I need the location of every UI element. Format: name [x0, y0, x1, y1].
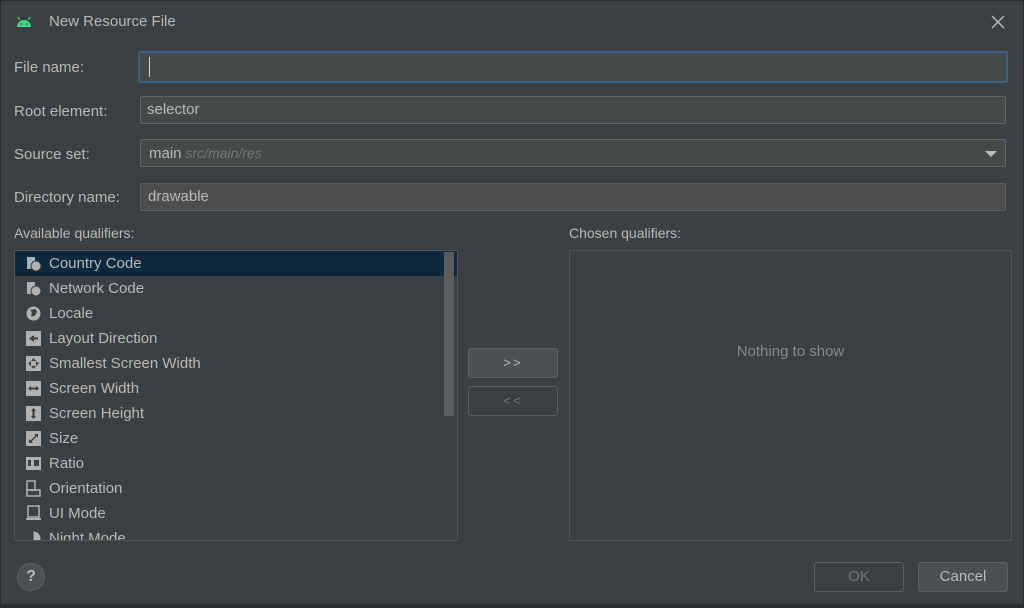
list-item-label: Size: [49, 430, 79, 447]
root-element-value: selector: [147, 101, 200, 118]
list-item-label: Layout Direction: [49, 330, 158, 347]
chosen-qualifiers-list[interactable]: Nothing to show: [569, 250, 1012, 541]
orientation-icon: [26, 480, 41, 497]
chosen-qualifiers-label: Chosen qualifiers:: [569, 225, 682, 241]
list-item[interactable]: Screen Height: [15, 401, 457, 426]
android-icon: [17, 16, 31, 27]
cancel-button[interactable]: Cancel: [918, 562, 1008, 592]
directory-name-value: drawable: [148, 188, 209, 205]
size-icon: [26, 431, 41, 446]
source-set-dropdown[interactable]: main src/main/res: [140, 139, 1006, 167]
smallest-width-icon: [26, 356, 41, 371]
list-item[interactable]: UI Mode: [15, 501, 457, 526]
directory-name-input[interactable]: drawable: [140, 183, 1006, 211]
empty-state-text: Nothing to show: [736, 343, 845, 360]
list-item-label: Screen Width: [49, 380, 140, 397]
ui-mode-icon: [26, 505, 41, 520]
source-set-value: main: [149, 145, 182, 162]
network-code-icon: [27, 282, 42, 297]
list-item[interactable]: Layout Direction: [15, 326, 457, 351]
source-set-path-hint: src/main/res: [185, 145, 262, 161]
list-item-label: Orientation: [49, 480, 123, 497]
help-button[interactable]: ?: [17, 563, 45, 591]
ok-button[interactable]: OK: [814, 562, 904, 592]
list-item[interactable]: Night Mode: [15, 526, 457, 541]
available-qualifiers-label: Available qualifiers:: [14, 225, 135, 241]
list-item-label: Smallest Screen Width: [49, 355, 201, 372]
remove-qualifier-button[interactable]: <<: [468, 386, 558, 416]
close-icon[interactable]: [987, 11, 1009, 33]
list-item[interactable]: Ratio: [15, 451, 457, 476]
list-item[interactable]: Size: [15, 426, 457, 451]
list-item[interactable]: Locale: [15, 301, 457, 326]
text-caret: [149, 57, 150, 77]
available-qualifiers-list[interactable]: Country Code Network Code Locale Layout …: [14, 250, 458, 541]
list-item-label: UI Mode: [49, 505, 106, 522]
screen-width-icon: [26, 381, 41, 396]
directory-name-label: Directory name:: [14, 189, 120, 206]
night-mode-icon: [26, 531, 41, 540]
ratio-icon: [26, 457, 41, 470]
root-element-label: Root element:: [14, 103, 108, 120]
globe-icon: [26, 306, 41, 321]
dialog-titlebar: New Resource File: [1, 4, 1024, 40]
dialog-title: New Resource File: [49, 13, 176, 30]
list-item[interactable]: Screen Width: [15, 376, 457, 401]
list-item-label: Locale: [49, 305, 94, 322]
file-name-input[interactable]: [138, 51, 1008, 83]
screen-height-icon: [26, 406, 41, 421]
qualifiers-scrollbar[interactable]: [444, 252, 454, 416]
add-qualifier-button[interactable]: >>: [468, 348, 558, 378]
ide-background-strip-bottom: [0, 604, 1024, 608]
chevron-down-icon: [985, 151, 997, 157]
list-item-label: Network Code: [49, 280, 145, 297]
list-item[interactable]: Network Code: [15, 276, 457, 301]
list-item-label: Ratio: [49, 455, 85, 472]
new-resource-file-dialog: New Resource File File name: Root elemen…: [0, 0, 1024, 608]
list-item[interactable]: Smallest Screen Width: [15, 351, 457, 376]
list-item[interactable]: Country Code: [15, 251, 457, 276]
country-code-icon: [27, 257, 42, 272]
list-item-label: Country Code: [49, 255, 142, 272]
file-name-label: File name:: [14, 59, 85, 76]
list-item-label: Night Mode: [49, 530, 126, 541]
list-item[interactable]: Orientation: [15, 476, 457, 501]
layout-direction-icon: [26, 331, 41, 346]
source-set-label: Source set:: [14, 146, 90, 163]
root-element-input[interactable]: selector: [140, 96, 1006, 124]
list-item-label: Screen Height: [49, 405, 145, 422]
